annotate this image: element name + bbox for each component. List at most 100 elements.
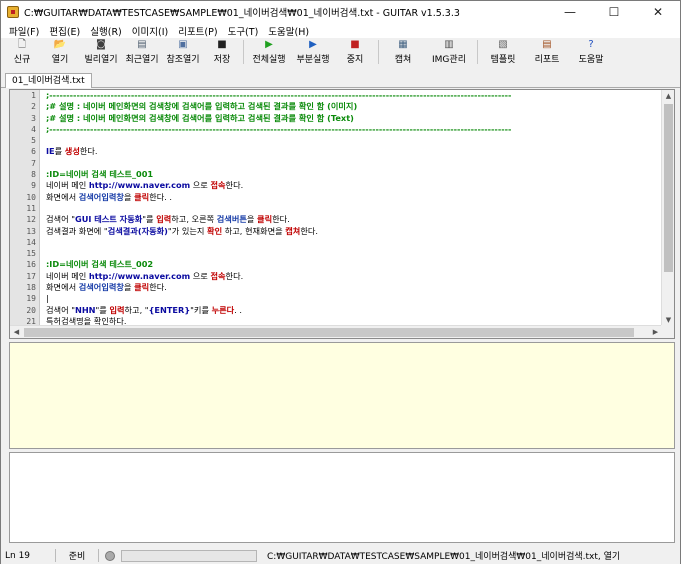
toolbar-button-save[interactable]: ■ 저장 [204,38,240,66]
line-number: 2 [31,102,36,112]
line-number: 1 [31,91,36,100]
code-token: :ID=네이버 검색 테스트_001 [46,169,154,180]
toolbar-button-report[interactable]: ▤ 리포트 [525,38,569,66]
play-part-icon: ▶ [309,39,317,50]
code-token: 입력 [109,304,125,315]
code-token: {ENTER} [148,304,191,315]
scroll-left-icon[interactable]: ◀ [10,328,23,336]
status-file-path: C:₩GUITAR₩DATA₩TESTCASE₩SAMPLE₩01_네이버검색₩… [267,552,621,562]
log-panel[interactable] [9,342,675,449]
code-token: 검색어 " [46,214,75,225]
new-file-icon: 🗋 [17,39,27,50]
toolbar-button-help[interactable]: ? 도움말 [569,38,613,66]
code-token: 생성 [64,146,80,157]
code-token: 화면에서 [46,282,79,293]
code-token: 하고, " [124,304,149,315]
code-token: 한다. [225,180,244,191]
line-number: 14 [26,237,36,247]
toolbar-button-folder-open[interactable]: 📂 열기 [40,38,80,66]
toolbar-button-label: 참조열기 [166,55,200,65]
code-token: 네이버 메인 [46,180,89,191]
menu-bar: 파일(F) 편집(E) 실행(R) 이미지(I) 리포트(P) 도구(T) 도움말(H) [1,23,680,38]
vertical-scrollbar[interactable]: ▲ ▼ [661,90,674,326]
code-token: "키를 [190,304,212,315]
horizontal-scroll-thumb[interactable] [24,328,634,337]
minimize-button[interactable]: — [548,1,592,23]
code-token: "가 있는지 [167,225,208,236]
camera-icon: ◙ [96,39,106,50]
guitar-app-icon [7,6,19,18]
toolbar-separator [378,40,379,64]
status-progress-bar [121,549,257,562]
code-line: 네이버 메인 http://www.naver.com 으로 접속한다. [46,271,662,282]
code-line: 화면에서 검색어입력창을 클릭한다. . [46,192,662,203]
toolbar-button-stop[interactable]: ■ 중지 [335,38,375,66]
menu-item[interactable]: 도구(T) [223,24,264,38]
output-panel[interactable] [9,452,675,543]
status-indicator-icon [105,550,115,561]
line-number: 5 [31,136,36,146]
code-token: 검색결과 화면에 " [46,225,108,236]
code-token: 확인 [207,225,223,236]
line-number-gutter: 12345678910111213141516171819202122 [10,90,40,326]
toolbar-button-play-all[interactable]: ▶ 전체실행 [247,38,291,66]
toolbar-button-reference[interactable]: ▣ 참조열기 [162,38,204,66]
code-token: 을 [123,282,135,293]
toolbar-button-new-file[interactable]: 🗋 신규 [4,38,40,66]
toolbar-button-label: 캡쳐 [394,55,412,65]
code-area[interactable]: ;---------------------------------------… [46,90,662,326]
code-token: 검색어입력창 [78,191,124,202]
line-number: 16 [26,260,36,270]
menu-item[interactable]: 실행(R) [85,24,127,38]
code-line: 네이버 메인 http://www.naver.com 으로 접속한다. [46,180,662,191]
code-token: 하고, 현재화면을 [222,225,286,236]
code-token: 누른다 [211,304,235,315]
menu-item[interactable]: 리포트(P) [173,24,222,38]
menu-item[interactable]: 이미지(I) [127,24,173,38]
line-number: 18 [26,283,36,293]
toolbar-button-label: 리포트 [534,55,560,65]
code-token: 검색어입력창 [78,282,124,293]
vertical-scroll-thumb[interactable] [664,104,673,272]
toolbar-button-label: 부분실행 [296,55,330,65]
toolbar-button-template[interactable]: ▧ 템플릿 [481,38,525,66]
folder-open-icon: 📂 [53,39,67,50]
menu-item[interactable]: 파일(F) [4,24,44,38]
code-token: 하고, 오른쪽 [171,214,217,225]
menu-item[interactable]: 도움말(H) [263,24,314,38]
menu-item[interactable]: 편집(E) [44,24,85,38]
recent-files-icon: ▤ [137,39,147,50]
code-line: ;# 설명 : 네이버 메인화면의 검색창에 검색어를 입력하고 검색된 결과를… [46,113,662,124]
code-token: 한다. [79,146,98,157]
tab-document[interactable]: 01_네이버검색.txt [5,73,92,88]
scrollbar-corner [661,325,674,338]
horizontal-scrollbar[interactable]: ◀ ▶ [10,325,662,338]
toolbar-button-capture[interactable]: ▦ 캡쳐 [382,38,424,66]
toolbar-button-recent-files[interactable]: ▤ 최근열기 [122,38,162,66]
code-token: GUI 테스트 자동화 [74,214,143,225]
report-icon: ▤ [542,39,552,50]
code-token: 를 [54,146,65,157]
template-icon: ▧ [498,39,508,50]
toolbar-button-label: 신규 [13,55,31,65]
toolbar-button-camera[interactable]: ◙ 빌리열기 [80,38,122,66]
script-editor[interactable]: 12345678910111213141516171819202122 ;---… [9,89,675,339]
close-button[interactable]: ✕ [636,1,680,23]
toolbar-button-label: 전체실행 [252,55,286,65]
scroll-down-icon[interactable]: ▼ [662,316,675,324]
maximize-button[interactable]: ☐ [592,1,636,23]
toolbar-button-play-part[interactable]: ▶ 부분실행 [291,38,335,66]
toolbar-button-label: IMG관리 [432,55,466,65]
toolbar-button-image-manage[interactable]: ▥ IMG관리 [424,38,474,66]
status-state: 준비 [68,552,86,562]
scroll-up-icon[interactable]: ▲ [662,92,675,100]
code-line: ;---------------------------------------… [46,90,662,101]
code-token: 캡쳐 [285,225,301,236]
code-token: | [46,293,49,304]
play-all-icon: ▶ [265,39,273,50]
code-token: . . [234,304,243,315]
toolbar-button-label: 저장 [213,55,231,65]
